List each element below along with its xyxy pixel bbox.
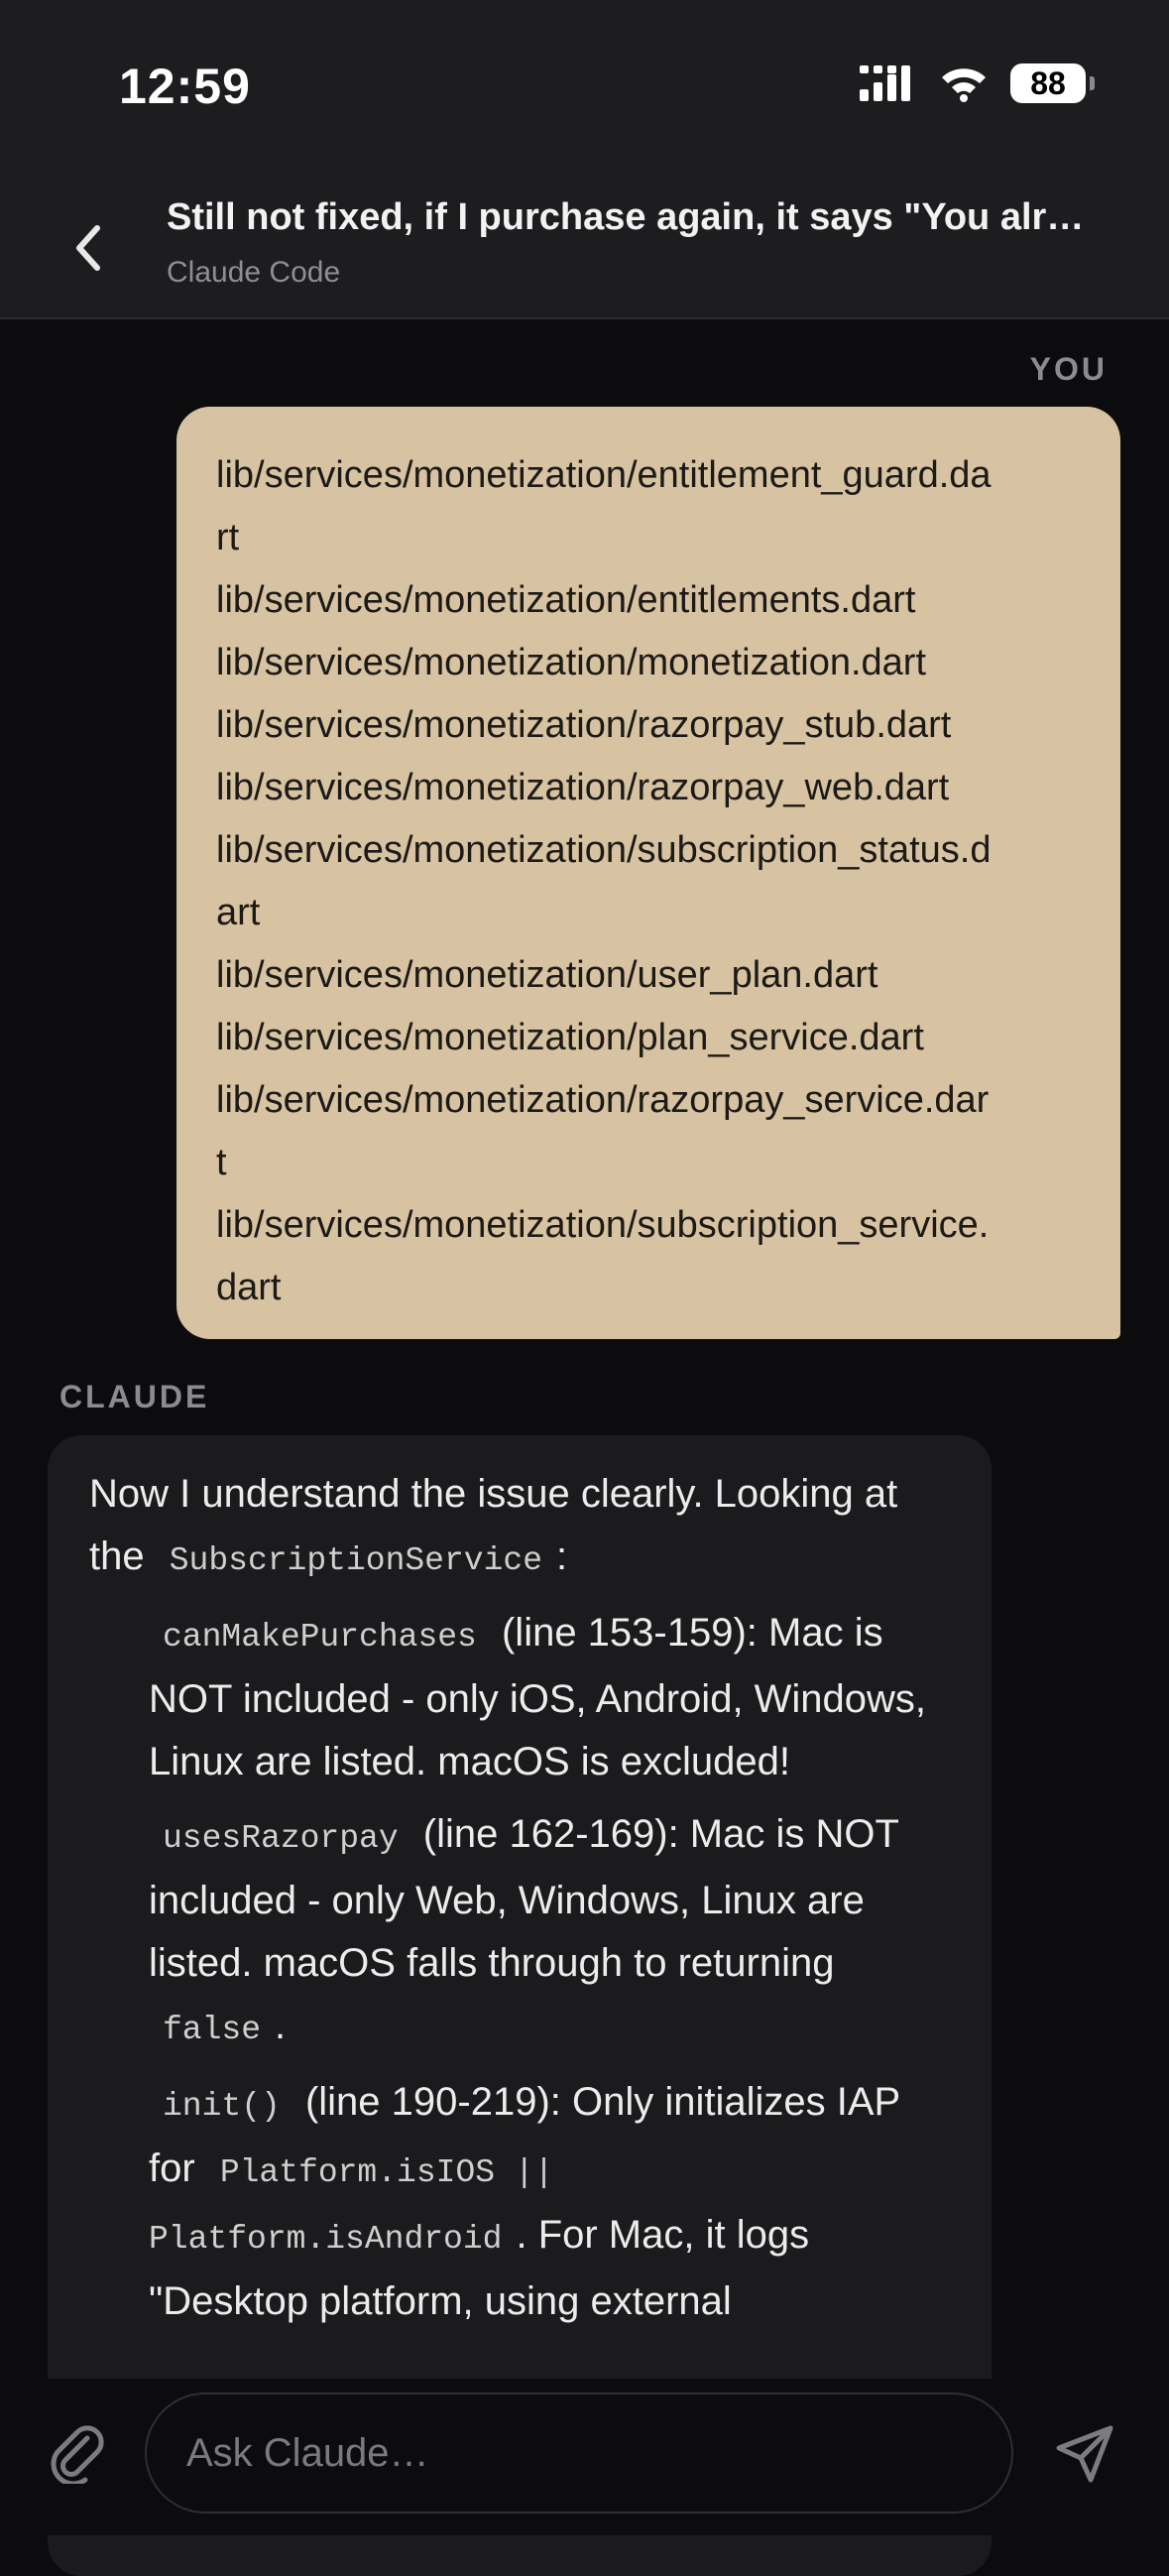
wifi-icon <box>942 68 986 102</box>
list-item: canMakePurchases (line 153-159): Mac is … <box>89 1602 940 1793</box>
inline-code: SubscriptionService <box>169 1542 542 1579</box>
list-item: init() (line 190-219): Only initializes … <box>89 2071 940 2333</box>
inline-code: false <box>163 2012 262 2048</box>
user-message-line: lib/services/monetization/plan_service.d… <box>216 1017 924 1058</box>
user-message-line: lib/services/monetization/monetization.d… <box>216 642 927 683</box>
conversation-title: Still not fixed, if I purchase again, it… <box>167 196 1085 238</box>
intro-end: : <box>556 1534 568 1578</box>
list-item: usesRazorpay (line 162-169): Mac is NOT … <box>89 1803 940 2061</box>
user-message-line: art <box>216 892 261 933</box>
conversation-subtitle: Claude Code <box>167 256 341 289</box>
user-message-line: t <box>216 1142 227 1183</box>
message-input[interactable] <box>145 2392 1013 2514</box>
status-icons: 88 <box>860 63 1095 103</box>
user-message-line: lib/services/monetization/subscription_s… <box>216 829 992 871</box>
battery-icon: 88 <box>1010 63 1095 103</box>
user-message-line: lib/services/monetization/subscription_s… <box>216 1204 990 1246</box>
user-message-line: lib/services/monetization/razorpay_stub.… <box>216 704 952 746</box>
inline-code: Platform.isAndroid <box>149 2221 503 2258</box>
status-time: 12:59 <box>119 59 251 114</box>
user-role-label: YOU <box>1029 351 1108 387</box>
inline-code: Platform.isIOS || <box>219 2154 554 2191</box>
inline-code: usesRazorpay <box>163 1820 399 1857</box>
user-message-line: lib/services/monetization/razorpay_servi… <box>216 1079 990 1121</box>
user-message-line: lib/services/monetization/entitlement_gu… <box>216 454 992 496</box>
signal-icon <box>860 65 910 101</box>
user-message-line: lib/services/monetization/entitlements.d… <box>216 579 916 621</box>
chevron-left-icon[interactable] <box>59 208 119 288</box>
user-message-line: dart <box>216 1267 282 1308</box>
assistant-intro: Now I understand the issue clearly. Look… <box>89 1463 940 1592</box>
user-message-line: lib/services/monetization/user_plan.dart <box>216 954 878 996</box>
list-item-end: . <box>275 2004 287 2047</box>
user-message: lib/services/monetization/entitlement_gu… <box>176 407 1120 1339</box>
assistant-role-label: CLAUDE <box>59 1379 210 1414</box>
paperclip-icon[interactable] <box>48 2420 107 2484</box>
user-message-line: rt <box>216 517 240 558</box>
inline-code: canMakePurchases <box>163 1619 477 1656</box>
inline-code: init() <box>163 2088 281 2125</box>
top-bar: 12:59 88 Still not fixed, if I purchase … <box>0 0 1169 319</box>
send-icon[interactable] <box>1053 2422 1116 2486</box>
composer-bar <box>0 2379 1169 2535</box>
user-message-line: lib/services/monetization/razorpay_web.d… <box>216 767 950 808</box>
